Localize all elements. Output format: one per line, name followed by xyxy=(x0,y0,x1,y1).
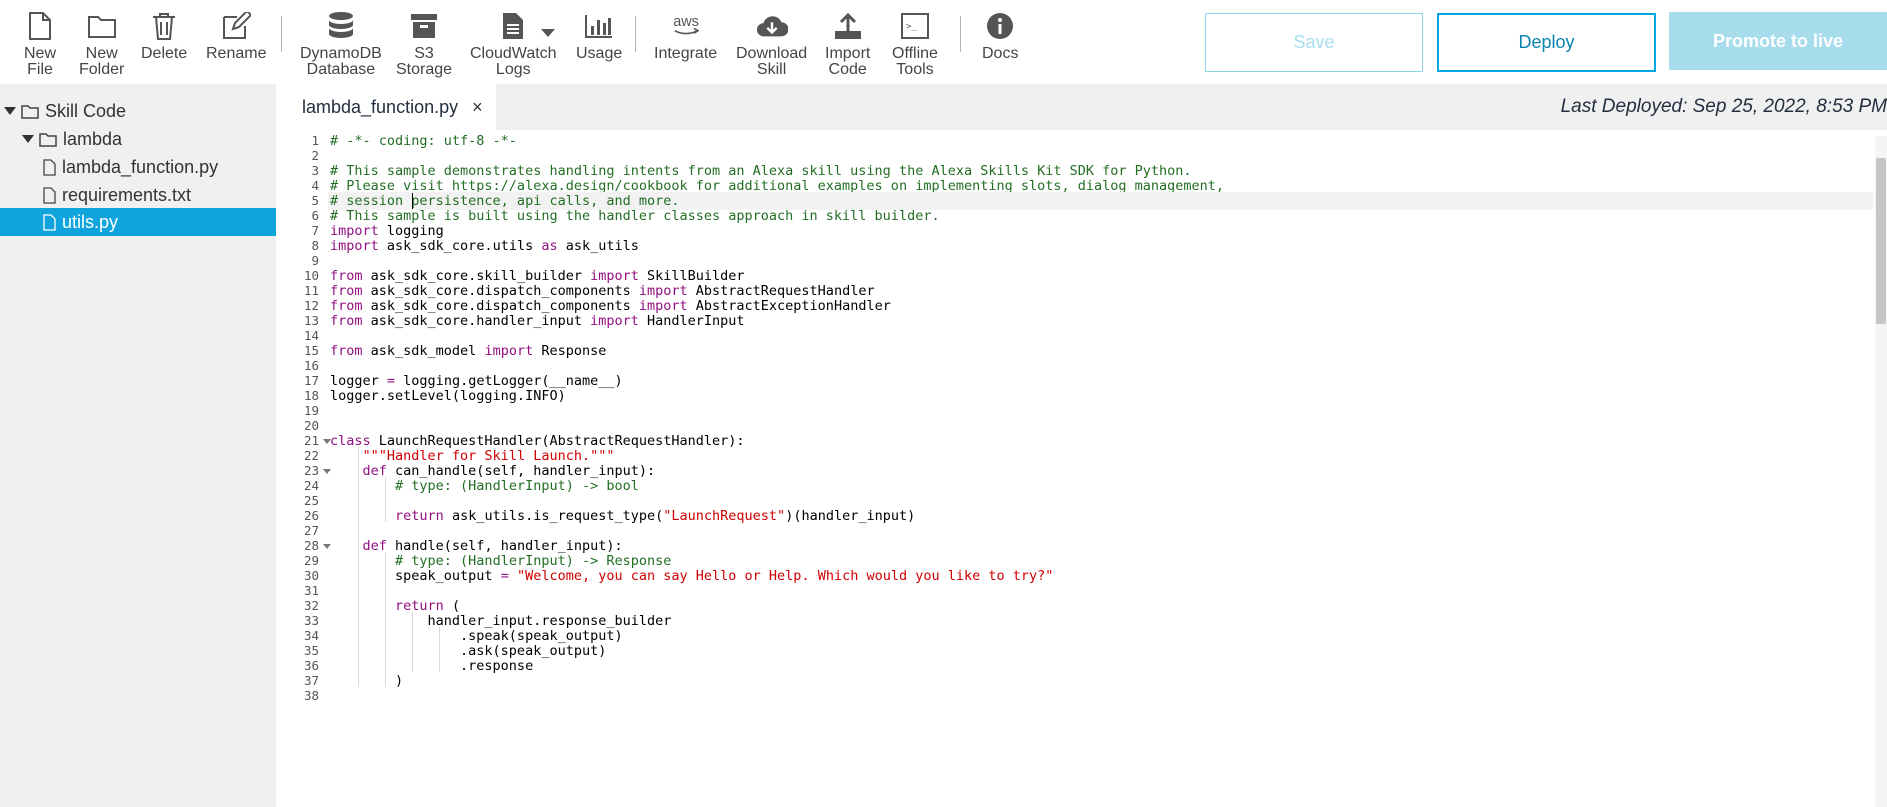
tree-label-file: lambda_function.py xyxy=(62,156,219,177)
expand-arrow-icon[interactable] xyxy=(22,135,34,143)
s3-storage-label: S3 Storage xyxy=(396,45,453,78)
aws-glyph: aws xyxy=(673,14,699,30)
file-icon xyxy=(43,186,56,204)
folder-icon xyxy=(21,104,39,119)
docs-label: Docs xyxy=(982,45,1019,62)
indent-guide xyxy=(358,447,359,687)
file-icon xyxy=(24,10,56,42)
file-icon xyxy=(43,213,56,231)
delete-label: Delete xyxy=(141,45,188,62)
new-folder-label: New Folder xyxy=(79,45,125,78)
tree-label-file: requirements.txt xyxy=(62,184,192,205)
indent-guide xyxy=(439,627,440,672)
close-icon[interactable]: × xyxy=(472,97,483,118)
new-folder-button[interactable]: New Folder xyxy=(79,10,124,78)
tree-folder-lambda[interactable]: lambda xyxy=(0,125,276,153)
integrate-button[interactable]: aws Integrate xyxy=(654,10,717,62)
integrate-label: Integrate xyxy=(654,45,718,62)
trash-icon xyxy=(148,10,180,42)
toolbar-separator xyxy=(281,16,282,52)
indent-guide xyxy=(385,477,386,522)
last-deployed-status: Last Deployed: Sep 25, 2022, 8:53 PM xyxy=(1560,96,1887,117)
expand-arrow-icon[interactable] xyxy=(4,107,16,115)
code-editor[interactable]: 1 2 3 4 5 6 7 8 9 10 11 12 13 14 15 16 17 18 19 20 21 22 23 24 2… xyxy=(276,130,1887,807)
new-file-label: New File xyxy=(24,45,57,78)
deploy-button[interactable]: Deploy xyxy=(1437,13,1656,72)
code-area[interactable]: # -*- coding: utf-8 -*- # This sample dem… xyxy=(328,130,1873,807)
delete-button[interactable]: Delete xyxy=(141,10,187,62)
aws-icon: aws xyxy=(670,10,702,42)
chevron-down-icon[interactable] xyxy=(541,24,555,42)
usage-label: Usage xyxy=(576,45,623,62)
offline-tools-button[interactable]: >_ Offline Tools xyxy=(892,10,938,78)
dynamodb-label: DynamoDB Database xyxy=(300,45,382,78)
storage-icon xyxy=(408,10,440,42)
new-file-button[interactable]: New File xyxy=(24,10,56,78)
vertical-scrollbar[interactable] xyxy=(1875,136,1887,807)
save-button[interactable]: Save xyxy=(1205,13,1423,72)
tab-lambda-function[interactable]: lambda_function.py × xyxy=(276,84,496,130)
editor-tab-bar: lambda_function.py × Last Deployed: Sep … xyxy=(276,84,1887,130)
text-cursor xyxy=(412,193,413,209)
upload-icon xyxy=(832,10,864,42)
tree-label-skill-code: Skill Code xyxy=(45,100,127,121)
download-skill-button[interactable]: Download Skill xyxy=(736,10,807,78)
tree-file-lambda-function[interactable]: lambda_function.py xyxy=(0,153,276,181)
toolbar-separator xyxy=(635,16,636,52)
toolbar: New File New Folder Delete Rename Dynamo… xyxy=(0,0,1887,84)
terminal-icon: >_ xyxy=(899,10,931,42)
tree-folder-skill-code[interactable]: Skill Code xyxy=(0,97,276,125)
dynamodb-button[interactable]: DynamoDB Database xyxy=(300,10,382,78)
tab-label: lambda_function.py xyxy=(302,96,459,117)
scrollbar-thumb[interactable] xyxy=(1876,158,1886,324)
info-icon xyxy=(984,10,1016,42)
bar-chart-icon xyxy=(583,10,615,42)
edit-icon xyxy=(220,10,252,42)
file-icon xyxy=(43,158,56,176)
line-number: 38 xyxy=(303,688,319,703)
folder-icon xyxy=(86,10,118,42)
tree-file-requirements[interactable]: requirements.txt xyxy=(0,181,276,209)
toolbar-separator xyxy=(960,16,961,52)
log-file-icon xyxy=(497,10,529,42)
file-tree: Skill Code lambda lambda_function.py req… xyxy=(0,84,276,807)
rename-button[interactable]: Rename xyxy=(206,10,266,62)
cloud-download-icon xyxy=(756,10,788,42)
import-code-label: Import Code xyxy=(825,45,871,78)
cloudwatch-logs-button[interactable]: CloudWatch Logs xyxy=(470,10,557,78)
indent-guide xyxy=(385,552,386,687)
offline-glyph: >_ xyxy=(906,22,917,32)
database-icon xyxy=(325,10,357,42)
code-line[interactable] xyxy=(328,687,1873,705)
tree-label-file: utils.py xyxy=(62,211,119,232)
usage-button[interactable]: Usage xyxy=(576,10,622,62)
s3-storage-button[interactable]: S3 Storage xyxy=(396,10,452,78)
folder-icon xyxy=(39,132,57,147)
promote-to-live-button[interactable]: Promote to live xyxy=(1669,12,1887,70)
docs-button[interactable]: Docs xyxy=(982,10,1018,62)
import-code-button[interactable]: Import Code xyxy=(825,10,870,78)
line-number-gutter: 1 2 3 4 5 6 7 8 9 10 11 12 13 14 15 16 17 18 19 20 21 22 23 24 2… xyxy=(276,130,331,807)
tree-file-utils[interactable]: utils.py xyxy=(0,208,276,236)
tree-label-lambda: lambda xyxy=(63,128,123,149)
cloudwatch-logs-label: CloudWatch Logs xyxy=(470,45,557,78)
offline-tools-label: Offline Tools xyxy=(892,45,938,78)
rename-label: Rename xyxy=(206,45,267,62)
indent-guide xyxy=(412,612,413,672)
download-skill-label: Download Skill xyxy=(736,45,808,78)
